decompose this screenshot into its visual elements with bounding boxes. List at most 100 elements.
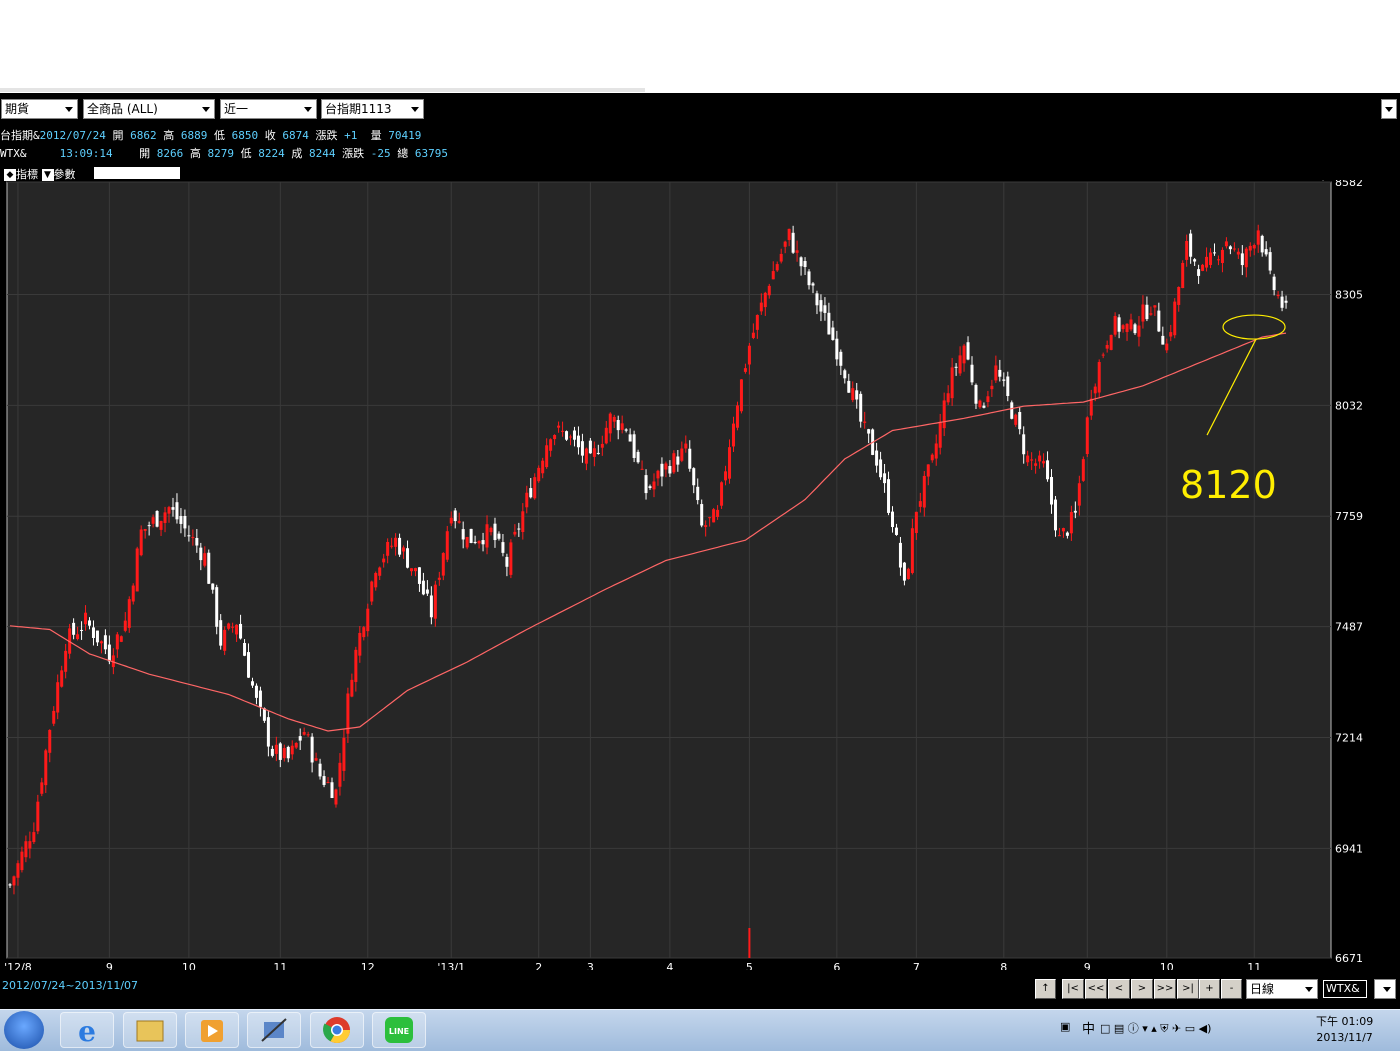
candle-body <box>565 431 569 440</box>
candle-body <box>887 479 891 513</box>
product-type-dropdown[interactable]: 期貨 <box>1 99 78 119</box>
nav-prev-page-button[interactable]: << <box>1085 979 1107 999</box>
nav-last-button[interactable]: >| <box>1177 979 1199 999</box>
candle-body <box>978 400 982 408</box>
candle-body <box>239 623 243 639</box>
candle-body <box>799 257 803 267</box>
candle-body <box>894 527 898 535</box>
candle-body <box>203 553 207 566</box>
candle-body <box>310 736 314 763</box>
candle-body <box>1264 249 1268 255</box>
product-all-label: 全商品 (ALL) <box>87 102 158 116</box>
candle-body <box>398 537 402 555</box>
candle-body <box>1256 230 1260 245</box>
candle-body <box>254 685 258 698</box>
candle-body <box>1061 528 1065 532</box>
candle-body <box>827 312 831 335</box>
zoom-in-button[interactable]: + <box>1199 979 1220 999</box>
candle-body <box>243 642 247 656</box>
right-dropdown[interactable] <box>1381 99 1397 119</box>
x-tick-label: 12 <box>361 961 375 970</box>
candle-body <box>425 589 429 594</box>
candle-body <box>1109 334 1113 350</box>
candle-body <box>91 627 95 638</box>
candle-body <box>354 649 358 682</box>
windows-start-icon[interactable] <box>4 1011 44 1049</box>
candle-body <box>433 584 437 619</box>
ime-icon[interactable]: ▣ <box>1060 1020 1070 1033</box>
candle-body <box>584 448 588 464</box>
symbol-dropdown-button[interactable] <box>1374 979 1396 999</box>
nav-first-button[interactable]: |< <box>1062 979 1084 999</box>
candle-body <box>394 537 398 547</box>
candle-body <box>1097 362 1101 393</box>
candle-body <box>620 423 624 430</box>
quote-change: -25 <box>370 147 391 160</box>
ime-mode[interactable]: 中 <box>1082 1018 1095 1037</box>
candle <box>533 473 537 500</box>
candle-body <box>298 736 302 741</box>
symbol-input[interactable]: WTX& <box>1323 980 1367 998</box>
line-app-icon[interactable]: LINE <box>372 1012 426 1048</box>
candle-body <box>898 542 902 568</box>
candle-body <box>640 468 644 470</box>
candle-body <box>696 486 700 501</box>
candle-body <box>461 529 465 540</box>
tray-icons[interactable]: □ ▤ ⓘ ▾ ▴ ⛨ ✈ ▭ ◀) <box>1100 1020 1211 1036</box>
label: 成 <box>291 147 303 160</box>
app-icon[interactable] <box>247 1012 301 1048</box>
nav-next-page-button[interactable]: >> <box>1154 979 1176 999</box>
candle-body <box>457 521 461 523</box>
candle-body <box>942 400 946 429</box>
candle-body <box>1006 376 1010 397</box>
nav-prev-button[interactable]: < <box>1108 979 1130 999</box>
candle-body <box>735 405 739 428</box>
candle-body <box>1113 315 1117 335</box>
candle <box>537 465 541 483</box>
label: 量 <box>370 129 382 142</box>
media-player-icon[interactable] <box>185 1012 239 1048</box>
candle-body <box>449 517 453 524</box>
candle-body <box>763 292 767 308</box>
candle-body <box>803 261 807 268</box>
label: 高 <box>189 147 201 160</box>
candle-body <box>199 547 203 561</box>
candle-body <box>1220 249 1224 264</box>
quote-open: 8266 <box>156 147 184 160</box>
candle-body <box>970 364 974 383</box>
candle-body <box>1177 286 1181 305</box>
file-explorer-icon[interactable] <box>123 1012 177 1048</box>
candle-body <box>1189 233 1193 257</box>
zoom-out-button[interactable]: - <box>1221 979 1242 999</box>
nav-up-button[interactable]: ↑ <box>1035 979 1056 999</box>
interval-dropdown[interactable]: 日線 <box>1246 979 1318 999</box>
candle-body <box>390 545 394 547</box>
candle-body <box>1185 240 1189 260</box>
y-tick-label: 6671 <box>1335 952 1363 965</box>
product-all-dropdown[interactable]: 全商品 (ALL) <box>83 99 215 119</box>
candle-body <box>1197 269 1201 276</box>
candle-body <box>1212 252 1216 254</box>
candle-body <box>155 510 159 527</box>
candle-body <box>60 670 64 687</box>
candle-body <box>783 241 787 247</box>
period-dropdown[interactable]: 近一 <box>220 99 317 119</box>
indicator-input[interactable] <box>94 167 180 179</box>
candle-body <box>775 264 779 271</box>
candle-body <box>815 293 819 306</box>
internet-explorer-icon[interactable]: e <box>60 1012 114 1048</box>
clock[interactable]: 下午 01:09 2013/11/7 <box>1316 1014 1373 1046</box>
x-tick-label: 11 <box>273 961 287 970</box>
quote-line-2: WTX& 13:09:14 開 8266 高 8279 低 8224 成 824… <box>0 145 448 161</box>
candle-body <box>1105 344 1109 349</box>
candle-body <box>990 385 994 390</box>
candle-body <box>64 650 68 672</box>
candle-body <box>282 748 286 759</box>
candle <box>207 549 211 585</box>
chrome-icon[interactable] <box>310 1012 364 1048</box>
symbol-dropdown[interactable]: 台指期1113 <box>321 99 424 119</box>
nav-next-button[interactable]: > <box>1131 979 1153 999</box>
candle-body <box>409 568 413 572</box>
candlestick-chart[interactable]: 8582 8305 8032 7759 7487 7214 6941 6671 '12/8 9 10… <box>0 180 1400 970</box>
candle-body <box>8 884 12 886</box>
